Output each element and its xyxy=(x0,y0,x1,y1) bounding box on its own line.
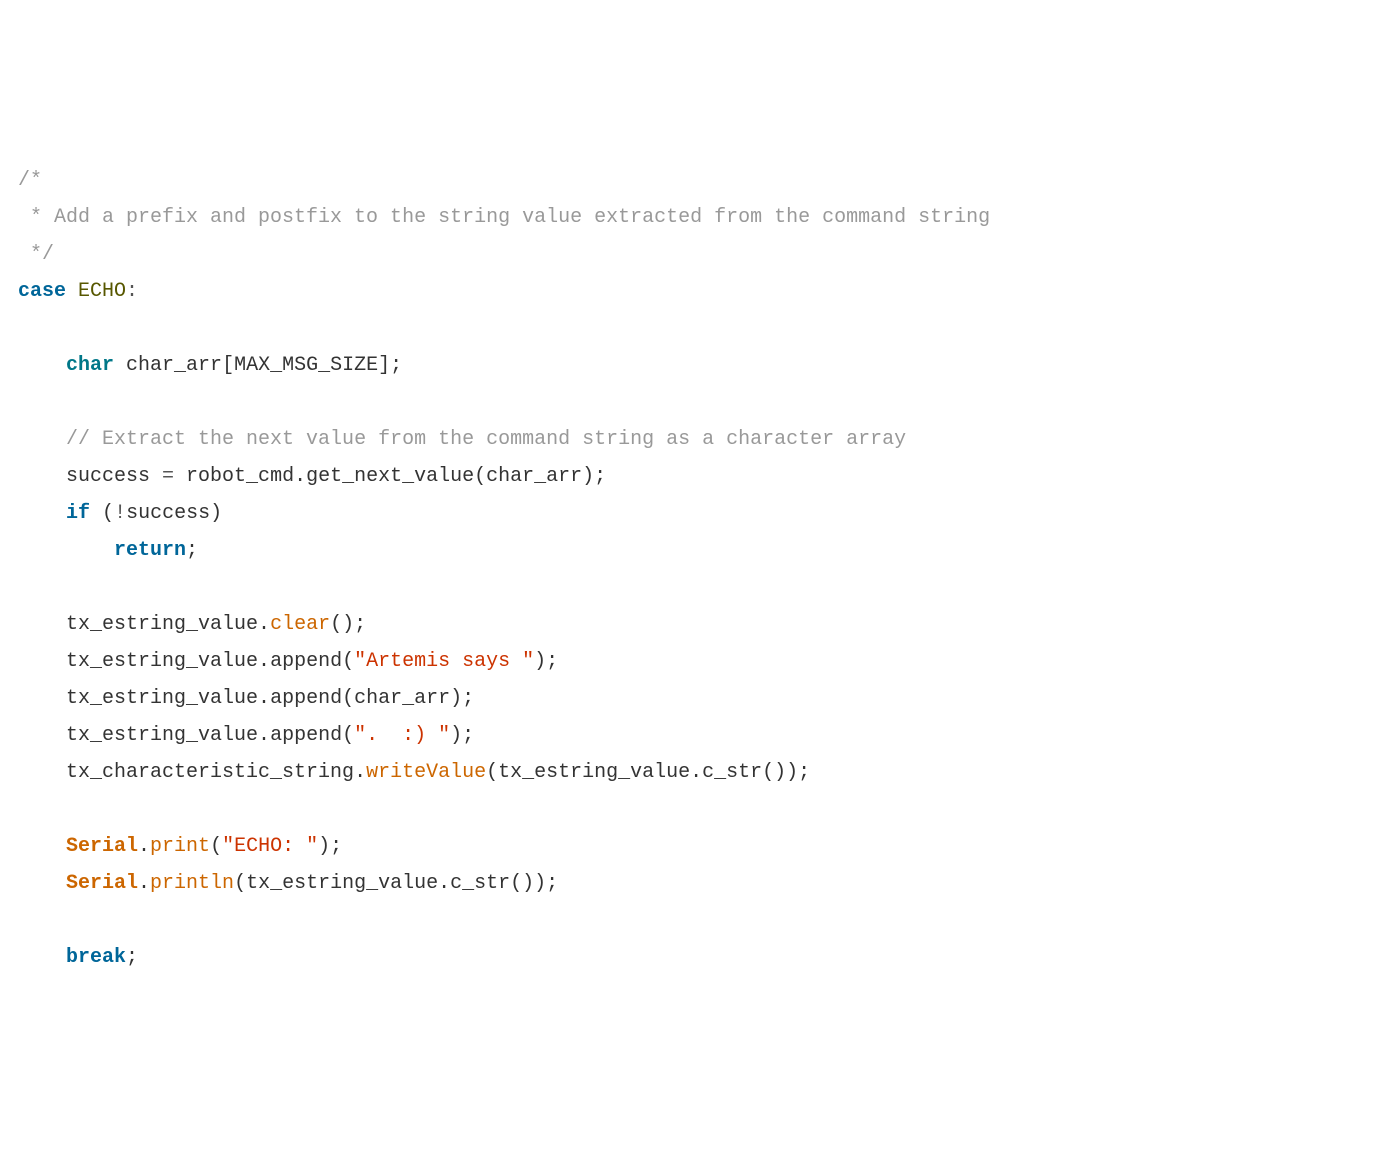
semicolon: ; xyxy=(126,946,138,969)
func-print: print xyxy=(150,835,210,858)
append-open: append( xyxy=(270,650,354,673)
code-line: * Add a prefix and postfix to the string… xyxy=(18,199,1382,236)
keyword-char: char xyxy=(66,354,114,377)
blank-line xyxy=(18,310,1382,347)
serial-obj: Serial xyxy=(66,872,138,895)
clear-tail: (); xyxy=(330,613,366,636)
paren-open: ( xyxy=(102,502,114,525)
append-close: ); xyxy=(534,650,558,673)
tx-obj: tx_estring_value. xyxy=(66,687,270,710)
char-decl: char_arr[MAX_MSG_SIZE]; xyxy=(126,354,402,377)
blank-line xyxy=(18,902,1382,939)
keyword-case: case xyxy=(18,280,66,303)
tx-obj: tx_estring_value. xyxy=(66,650,270,673)
blank-line xyxy=(18,384,1382,421)
indent xyxy=(18,650,66,673)
indent xyxy=(18,761,66,784)
code-line: return; xyxy=(18,532,1382,569)
indent xyxy=(18,872,66,895)
case-label: ECHO xyxy=(78,280,126,303)
space xyxy=(66,280,78,303)
func-writevalue: writeValue xyxy=(366,761,486,784)
assign-op: = xyxy=(162,465,174,488)
semicolon: ; xyxy=(186,539,198,562)
code-line: tx_estring_value.append(". :) "); xyxy=(18,717,1382,754)
not-op: ! xyxy=(114,502,126,525)
indent xyxy=(18,687,66,710)
code-line: Serial.print("ECHO: "); xyxy=(18,828,1382,865)
comment-open: /* xyxy=(18,169,42,192)
code-line: break; xyxy=(18,939,1382,976)
keyword-if: if xyxy=(66,502,90,525)
writevalue-tail: (tx_estring_value.c_str()); xyxy=(486,761,810,784)
indent xyxy=(18,835,66,858)
string-literal: "ECHO: " xyxy=(222,835,318,858)
indent xyxy=(18,465,66,488)
code-line: char char_arr[MAX_MSG_SIZE]; xyxy=(18,347,1382,384)
code-line: success = robot_cmd.get_next_value(char_… xyxy=(18,458,1382,495)
txc-obj: tx_characteristic_string. xyxy=(66,761,366,784)
code-line: // Extract the next value from the comma… xyxy=(18,421,1382,458)
paren-open: ( xyxy=(210,835,222,858)
code-line: tx_estring_value.append("Artemis says ")… xyxy=(18,643,1382,680)
code-line: */ xyxy=(18,236,1382,273)
indent xyxy=(18,539,114,562)
code-line: tx_estring_value.clear(); xyxy=(18,606,1382,643)
tx-obj: tx_estring_value. xyxy=(66,724,270,747)
code-line: case ECHO: xyxy=(18,273,1382,310)
tx-obj: tx_estring_value. xyxy=(66,613,270,636)
space xyxy=(90,502,102,525)
comment-close: */ xyxy=(18,243,54,266)
func-clear: clear xyxy=(270,613,330,636)
indent xyxy=(18,724,66,747)
dot: . xyxy=(138,835,150,858)
if-cond: success xyxy=(126,502,210,525)
func-println: println xyxy=(150,872,234,895)
indent xyxy=(18,354,66,377)
space xyxy=(114,354,126,377)
success-lhs: success xyxy=(66,465,162,488)
indent xyxy=(18,946,66,969)
code-line: Serial.println(tx_estring_value.c_str())… xyxy=(18,865,1382,902)
comment-body: * Add a prefix and postfix to the string… xyxy=(18,206,990,229)
code-line: if (!success) xyxy=(18,495,1382,532)
comment-extract: // Extract the next value from the comma… xyxy=(66,428,906,451)
append-char-arr: append(char_arr); xyxy=(270,687,474,710)
colon: : xyxy=(126,280,138,303)
append-close: ); xyxy=(450,724,474,747)
keyword-break: break xyxy=(66,946,126,969)
print-close: ); xyxy=(318,835,342,858)
serial-obj: Serial xyxy=(66,835,138,858)
code-line: /* xyxy=(18,162,1382,199)
println-args: (tx_estring_value.c_str()); xyxy=(234,872,558,895)
code-block: /* * Add a prefix and postfix to the str… xyxy=(18,162,1382,976)
keyword-return: return xyxy=(114,539,186,562)
indent xyxy=(18,428,66,451)
code-line: tx_estring_value.append(char_arr); xyxy=(18,680,1382,717)
string-literal: ". :) " xyxy=(354,724,450,747)
dot: . xyxy=(138,872,150,895)
indent xyxy=(18,613,66,636)
append-open: append( xyxy=(270,724,354,747)
blank-line xyxy=(18,569,1382,606)
success-rhs: robot_cmd.get_next_value(char_arr); xyxy=(174,465,606,488)
string-literal: "Artemis says " xyxy=(354,650,534,673)
paren-close: ) xyxy=(210,502,222,525)
blank-line xyxy=(18,791,1382,828)
code-line: tx_characteristic_string.writeValue(tx_e… xyxy=(18,754,1382,791)
indent xyxy=(18,502,66,525)
